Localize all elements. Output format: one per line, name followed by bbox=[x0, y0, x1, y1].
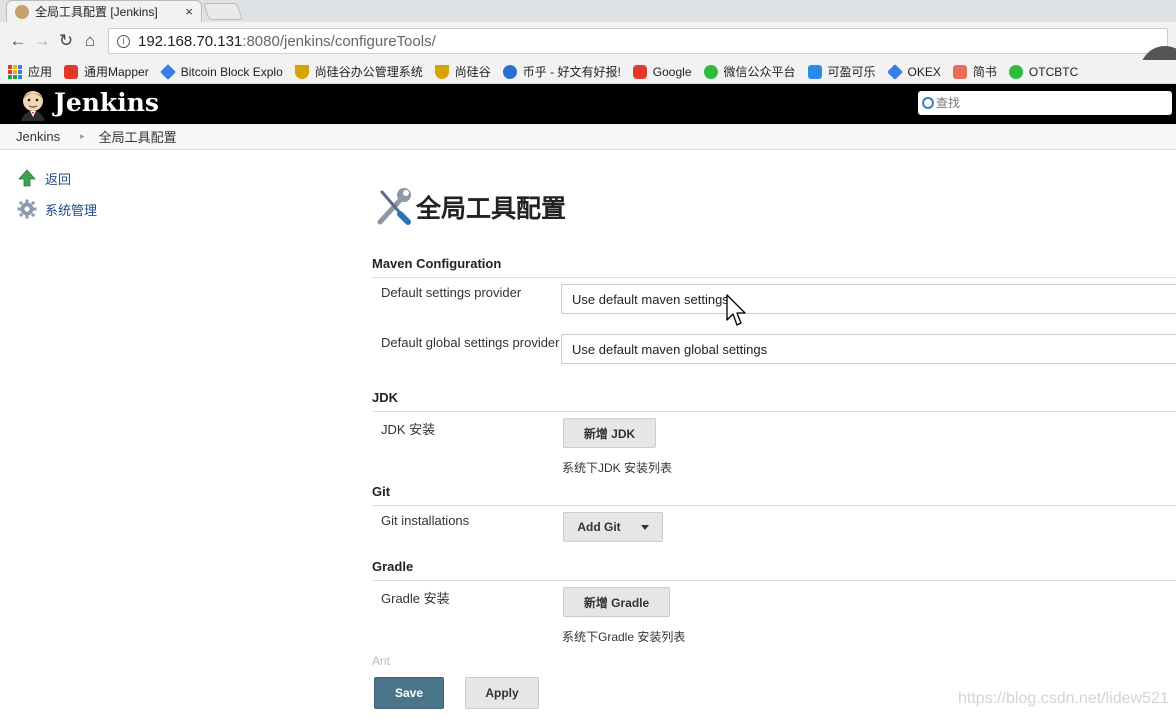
tools-wrench-screwdriver-icon bbox=[377, 188, 411, 225]
bookmark-item[interactable]: 通用Mapper bbox=[64, 63, 149, 80]
browser-tab-active[interactable]: 全局工具配置 [Jenkins] × bbox=[6, 0, 202, 22]
save-button[interactable]: Save bbox=[374, 677, 444, 709]
bookmark-item[interactable]: 可盈可乐 bbox=[807, 63, 876, 80]
add-jdk-button[interactable]: 新增 JDK bbox=[563, 418, 656, 448]
gradle-install-label: Gradle 安装 bbox=[381, 591, 450, 606]
bookmark-label: 可盈可乐 bbox=[827, 65, 876, 79]
bookmark-label: 微信公众平台 bbox=[723, 65, 796, 79]
apply-button[interactable]: Apply bbox=[465, 677, 539, 709]
bookmark-label: 币乎 - 好文有好报! bbox=[522, 65, 621, 79]
chevron-down-icon bbox=[640, 524, 649, 530]
bookmark-label: OTCBTC bbox=[1028, 64, 1079, 79]
new-tab-button[interactable] bbox=[202, 3, 244, 20]
browser-toolbar: ← → ↻ ⌂ i 192.168.70.131:8080/jenkins/co… bbox=[0, 22, 1176, 96]
red-g-icon bbox=[64, 64, 79, 79]
maven-global-settings-value: Use default maven global settings bbox=[572, 341, 768, 357]
gear-icon bbox=[17, 199, 37, 219]
site-info-icon[interactable]: i bbox=[117, 34, 130, 48]
breadcrumb-separator-icon: ▸ bbox=[80, 131, 85, 141]
search-icon bbox=[922, 97, 934, 109]
page-header: 全局工具配置 bbox=[372, 186, 566, 228]
p-badge-icon bbox=[632, 64, 647, 79]
maven-settings-label: Default settings provider bbox=[381, 285, 522, 300]
bookmark-item[interactable]: 尚硅谷 bbox=[434, 63, 491, 80]
bookmark-label: 尚硅谷办公管理系统 bbox=[314, 65, 423, 79]
u-shield-icon bbox=[294, 64, 309, 79]
green-circle-icon bbox=[1008, 64, 1023, 79]
search-box[interactable] bbox=[918, 91, 1172, 115]
clock-badge-icon bbox=[807, 64, 822, 79]
bookmark-label: 尚硅谷 bbox=[454, 65, 491, 79]
browser-tab-title: 全局工具配置 [Jenkins] bbox=[35, 5, 158, 19]
mouse-cursor-icon bbox=[726, 294, 746, 326]
address-bar[interactable]: i 192.168.70.131:8080/jenkins/configureT… bbox=[108, 28, 1168, 54]
breadcrumb-jenkins[interactable]: Jenkins bbox=[16, 129, 60, 144]
section-maven-heading: Maven Configuration bbox=[372, 256, 1176, 278]
back-arrow-icon[interactable]: ← bbox=[6, 31, 30, 51]
bookmark-label: 简书 bbox=[972, 65, 997, 79]
url-host: 192.168.70.131 bbox=[138, 32, 243, 50]
jdk-install-hint: 系统下JDK 安装列表 bbox=[562, 461, 673, 475]
bookmark-label: Google bbox=[652, 64, 692, 79]
forward-arrow-icon[interactable]: → bbox=[30, 31, 54, 51]
section-gradle-heading: Gradle bbox=[372, 559, 1176, 581]
jdk-install-label: JDK 安装 bbox=[381, 422, 436, 437]
bookmark-item[interactable]: 简书 bbox=[952, 63, 997, 80]
url-path: :8080/jenkins/configureTools/ bbox=[242, 32, 436, 50]
sidebar-item-label: 返回 bbox=[45, 171, 72, 187]
jian-badge-icon bbox=[952, 64, 967, 79]
bookmark-item[interactable]: 币乎 - 好文有好报! bbox=[502, 63, 621, 80]
breadcrumb: Jenkins ▸ 全局工具配置 bbox=[0, 124, 1176, 150]
maven-settings-value: Use default maven settings bbox=[572, 291, 729, 307]
u-shield-icon bbox=[434, 64, 449, 79]
watermark-text: https://blog.csdn.net/lidew521 bbox=[958, 690, 1169, 707]
browser-tab-strip: 全局工具配置 [Jenkins] × bbox=[0, 0, 1176, 22]
blue-diamond-icon bbox=[886, 63, 903, 80]
maven-settings-select[interactable]: Use default maven settings bbox=[561, 284, 1176, 314]
sidebar-item-manage[interactable]: 系统管理 bbox=[17, 199, 97, 219]
sidebar-item-label: 系统管理 bbox=[45, 202, 98, 218]
reload-icon[interactable]: ↻ bbox=[54, 31, 78, 51]
maven-global-settings-select[interactable]: Use default maven global settings bbox=[561, 334, 1176, 364]
bookmarks-bar: 应用 通用Mapper Bitcoin Block Explo 尚硅谷办公管理系… bbox=[0, 60, 1176, 84]
bookmark-label: OKEX bbox=[907, 64, 941, 79]
apps-grid-icon bbox=[8, 64, 22, 79]
add-git-dropdown-button[interactable]: Add Git bbox=[563, 512, 663, 542]
section-git-heading: Git bbox=[372, 484, 1176, 506]
bookmark-item[interactable]: 微信公众平台 bbox=[703, 63, 796, 80]
bookmark-item[interactable]: 尚硅谷办公管理系统 bbox=[294, 63, 423, 80]
bookmark-item[interactable]: Google bbox=[632, 64, 692, 79]
close-tab-icon[interactable]: × bbox=[185, 4, 193, 19]
bookmark-label: 通用Mapper bbox=[84, 65, 149, 79]
bookmark-label: Bitcoin Block Explo bbox=[180, 64, 283, 79]
page-title: 全局工具配置 bbox=[416, 195, 567, 223]
gradle-install-hint: 系统下Gradle 安装列表 bbox=[562, 630, 686, 644]
bookmark-item[interactable]: OTCBTC bbox=[1008, 64, 1079, 79]
bookmark-label: 应用 bbox=[28, 65, 53, 79]
jenkins-butler-logo-icon[interactable] bbox=[16, 87, 50, 121]
jenkins-brand-title[interactable]: Jenkins bbox=[54, 88, 159, 117]
blue-diamond-icon bbox=[159, 63, 176, 80]
up-arrow-icon bbox=[18, 169, 36, 187]
search-input[interactable] bbox=[936, 96, 1136, 110]
jenkins-favicon-icon bbox=[15, 4, 29, 19]
section-jdk-heading: JDK bbox=[372, 390, 1176, 412]
git-installations-label: Git installations bbox=[381, 513, 470, 528]
section-ant-heading: Ant bbox=[372, 654, 391, 668]
c-circle-icon bbox=[502, 64, 517, 79]
add-gradle-button[interactable]: 新增 Gradle bbox=[563, 587, 670, 617]
bookmark-item[interactable]: Bitcoin Block Explo bbox=[159, 63, 283, 80]
home-icon[interactable]: ⌂ bbox=[78, 31, 102, 51]
bookmark-item[interactable]: OKEX bbox=[886, 63, 941, 80]
wechat-icon bbox=[703, 64, 718, 79]
maven-global-settings-label: Default global settings provider bbox=[381, 335, 560, 350]
sidebar-item-back[interactable]: 返回 bbox=[17, 168, 71, 188]
bookmark-apps[interactable]: 应用 bbox=[8, 63, 52, 80]
breadcrumb-current[interactable]: 全局工具配置 bbox=[99, 127, 177, 146]
add-git-label: Add Git bbox=[577, 520, 621, 534]
